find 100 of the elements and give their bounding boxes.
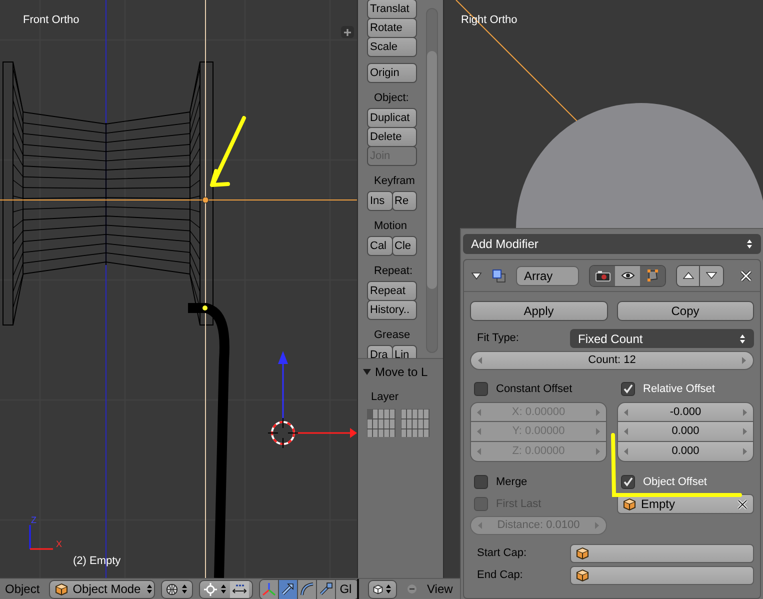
expanded-triangle-icon[interactable] <box>470 270 482 280</box>
panel-heading: Grease <box>373 328 412 343</box>
object-field[interactable] <box>570 544 754 563</box>
left-arrow-icon <box>624 428 628 435</box>
tool-button[interactable]: Duplicat <box>367 108 417 128</box>
toggle-button[interactable] <box>640 266 665 286</box>
collapse-icon[interactable] <box>407 584 417 594</box>
right-arrow-icon <box>596 428 600 435</box>
move-up-icon[interactable] <box>677 266 700 286</box>
field-label: Fit Type: <box>476 331 520 346</box>
toggle-button[interactable] <box>590 266 615 286</box>
annotation-arrow <box>210 116 246 187</box>
tool-button[interactable]: Re <box>392 191 417 211</box>
left-arrow-icon <box>624 408 628 416</box>
scale-icon <box>318 582 333 596</box>
add-icon[interactable] <box>341 26 354 38</box>
number-field[interactable]: -0.000 <box>617 402 754 422</box>
pivot-dropdown[interactable] <box>198 580 253 598</box>
object-field[interactable] <box>570 566 754 585</box>
left-arrow-icon <box>477 428 481 435</box>
left-arrow-icon <box>477 448 481 455</box>
manipulator-button[interactable] <box>260 580 279 598</box>
tool-button[interactable]: Origin <box>367 63 417 83</box>
cube-icon <box>54 582 68 596</box>
panel-heading: Repeat: <box>373 264 414 279</box>
manipulator-button[interactable] <box>316 580 336 598</box>
checkmark-icon <box>623 384 633 394</box>
arc-icon <box>300 582 314 596</box>
cube-icon <box>373 582 383 596</box>
checkbox[interactable] <box>474 382 488 396</box>
updown-arrows-icon <box>385 583 392 595</box>
eye-icon <box>620 271 634 280</box>
checkbox-label: Relative Offset <box>643 382 715 397</box>
left-arrow-icon <box>624 448 628 455</box>
field-label: End Cap: <box>476 568 524 584</box>
right-arrow-icon <box>742 408 747 416</box>
tool-button[interactable]: Ins <box>367 191 392 211</box>
action-button[interactable]: Apply <box>470 301 608 321</box>
layer-grid[interactable] <box>367 408 396 436</box>
updown-arrows-icon <box>180 583 188 595</box>
updown-arrows-icon <box>746 238 753 250</box>
tool-button[interactable]: Cal <box>367 236 392 256</box>
arrow-icon <box>280 582 295 596</box>
pivot-icon <box>204 582 217 596</box>
tool-button[interactable]: Dra <box>367 345 392 358</box>
manipulator-button[interactable] <box>278 580 298 598</box>
updown-arrows-icon <box>220 583 227 595</box>
move-down-icon[interactable] <box>700 266 723 286</box>
tool-button[interactable]: Lin <box>392 345 417 358</box>
tool-button[interactable]: Translat <box>367 0 417 19</box>
checkbox[interactable] <box>621 475 635 489</box>
shading-dropdown[interactable] <box>160 580 193 598</box>
menu-item[interactable]: Gl <box>336 580 357 598</box>
menu-item[interactable]: Object <box>5 580 40 598</box>
checkbox[interactable] <box>474 497 488 511</box>
scrollbar[interactable] <box>426 8 438 353</box>
camera-icon <box>594 270 610 282</box>
layer-grid[interactable] <box>401 408 430 436</box>
snap-arrows-icon[interactable] <box>230 580 249 598</box>
right-arrow-icon <box>743 448 747 455</box>
mode-dropdown[interactable]: Object Mode <box>48 580 155 598</box>
transform-gizmo-drawing[interactable] <box>278 351 357 438</box>
checkbox-label: Merge <box>496 474 528 490</box>
checkmark-icon <box>623 477 633 487</box>
checkbox-label: Object Offset <box>643 474 707 490</box>
field-label: Start Cap: <box>476 546 528 562</box>
right-arrow-icon <box>596 408 600 416</box>
number-field[interactable]: 0.000 <box>617 442 754 462</box>
checkbox-label: Constant Offset <box>496 382 572 397</box>
array-modifier-icon <box>492 268 506 282</box>
number-field[interactable]: Count: 12 <box>470 351 754 370</box>
close-icon[interactable] <box>740 270 752 282</box>
object-icon <box>576 569 589 582</box>
panel-header[interactable]: Move to L <box>358 363 443 381</box>
action-button[interactable]: Copy <box>616 301 754 321</box>
menu-item[interactable]: View <box>427 580 453 598</box>
origin-point <box>202 196 209 204</box>
checkbox[interactable] <box>621 382 635 396</box>
right-arrow-icon <box>596 448 600 455</box>
expanded-triangle-icon <box>363 368 371 376</box>
tool-button[interactable]: Scale <box>367 37 417 57</box>
tool-button[interactable]: History.. <box>367 300 417 320</box>
layer-label: Layer <box>370 390 400 405</box>
toggle-button[interactable] <box>615 266 640 286</box>
tool-button[interactable]: Rotate <box>367 18 417 38</box>
dropdown[interactable]: Fixed Count <box>570 329 754 348</box>
tool-button[interactable]: Repeat <box>367 281 417 301</box>
name-field[interactable]: Array <box>516 266 579 286</box>
number-field[interactable]: 0.000 <box>617 422 754 442</box>
manipulator-button[interactable] <box>298 580 317 598</box>
tool-button[interactable]: Delete <box>367 127 417 147</box>
panel-heading: Keyfram <box>373 174 416 189</box>
clear-icon[interactable] <box>737 498 748 510</box>
tool-button[interactable]: Cle <box>392 236 417 256</box>
axis-label: Z <box>31 515 36 525</box>
editor-type-dropdown[interactable] <box>368 580 397 598</box>
dropdown[interactable]: Add Modifier <box>463 234 761 254</box>
updown-arrows-icon <box>146 583 153 595</box>
checkbox[interactable] <box>474 475 488 489</box>
edit-mode-icon <box>646 269 659 282</box>
